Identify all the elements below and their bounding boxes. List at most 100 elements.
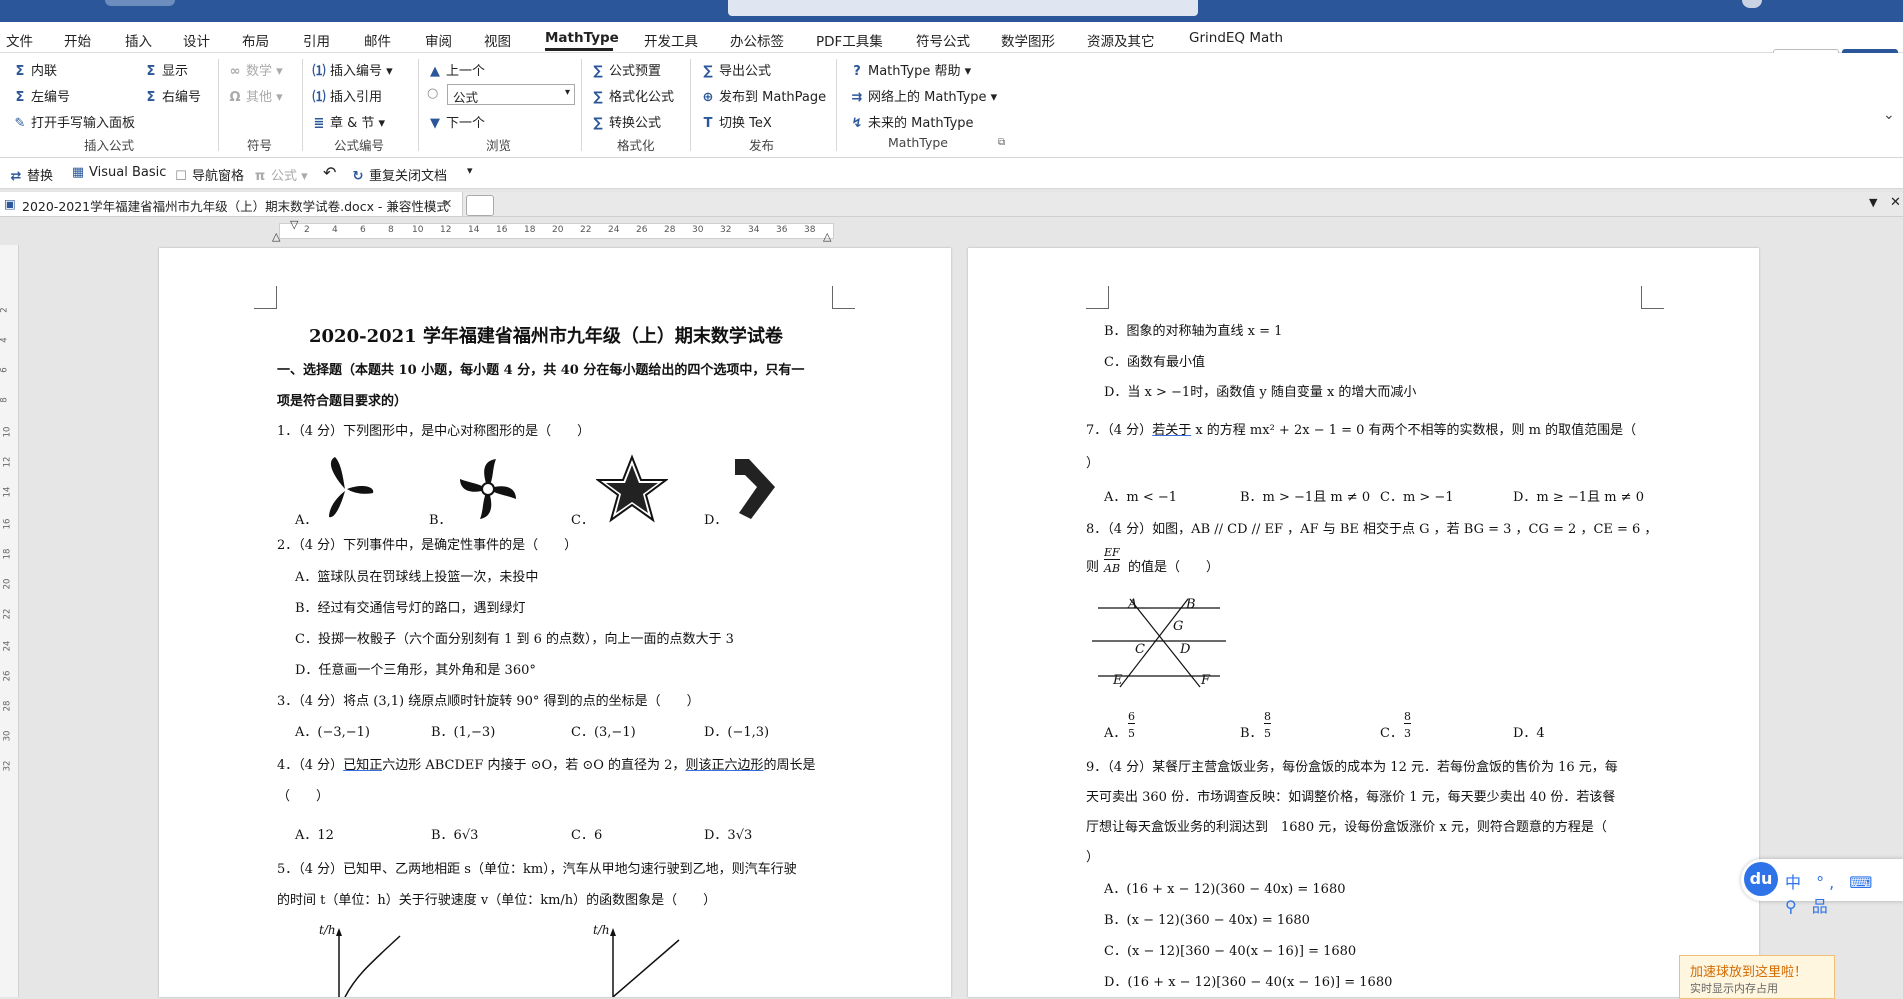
formula-preset-button[interactable]: ∑ 公式预置: [590, 60, 661, 79]
reopen-closed-button[interactable]: ↻ 重复关闭文档: [350, 165, 447, 184]
customize-toolbar-icon[interactable]: ▾: [467, 164, 473, 177]
q8-option-d: D．4: [1513, 726, 1545, 741]
infinity-icon: ∞: [229, 64, 241, 79]
title-bar: [0, 0, 1903, 22]
handwrite-panel-button[interactable]: ✎ 打开手写输入面板: [12, 112, 135, 131]
convert-formula-button[interactable]: ∑ 转换公式: [590, 112, 661, 131]
insert-number-button[interactable]: ⑴ 插入编号 ▾: [311, 60, 392, 79]
insert-reference-button[interactable]: ⑴ 插入引用: [311, 86, 382, 105]
mathtype-help-button[interactable]: ? MathType 帮助 ▾: [849, 60, 971, 79]
q1-option-b: B．: [429, 513, 452, 528]
chapter-section-button[interactable]: ≣ 章 & 节 ▾: [311, 112, 386, 131]
ribbon: Σ 内联 Σ 显示 Σ 左编号 Σ 右编号 ✎ 打开手写输入面板 插入公式 ∞ 数学 ▾ Ω…: [0, 53, 1903, 158]
sigma-icon: Σ: [146, 90, 156, 105]
next-button[interactable]: ▼ 下一个: [427, 112, 485, 131]
accelerator-toast[interactable]: 加速球放到这里啦！ 实时显示内存占用: [1679, 955, 1835, 999]
autosave-toggle[interactable]: [105, 0, 175, 6]
menu-math-graphics[interactable]: 数学图形: [1001, 30, 1055, 50]
q6-option-b: B．图象的对称轴为直线 x = 1: [1104, 324, 1283, 339]
online-mathtype-button[interactable]: ⇉ 网络上的 MathType ▾: [849, 86, 998, 105]
previous-button[interactable]: ▲ 上一个: [427, 60, 485, 79]
q6-option-d: D．当 x > −1时，函数值 y 随自变量 x 的增大而减小: [1104, 385, 1417, 400]
navigation-pane-checkbox[interactable]: ☐ 导航窗格: [173, 165, 244, 184]
baidu-ime-logo-icon[interactable]: du: [1744, 862, 1778, 896]
close-window-icon[interactable]: ✕: [1890, 195, 1901, 210]
sigma-icon: Σ: [15, 90, 25, 105]
visual-basic-button[interactable]: ▦ Visual Basic: [70, 165, 167, 180]
q2-option-a: A．篮球队员在罚球线上投篮一次，未投中: [295, 570, 539, 585]
menu-insert[interactable]: 插入: [125, 30, 152, 50]
browse-radio-icon: ○: [427, 86, 439, 101]
fig-label-d: D: [1180, 642, 1191, 657]
close-tab-icon[interactable]: ✕: [442, 196, 452, 211]
question-4: 4．（4 分）已知正六边形 ABCDEF 内接于 ⊙O，若 ⊙O 的直径为 2，…: [277, 758, 816, 773]
star-figure: [596, 454, 668, 523]
horizontal-ruler: 2 4 6 8 10 12 14 16 18 20 22 24 26 28 30…: [0, 217, 1903, 245]
collapse-ribbon-icon[interactable]: ⌄: [1883, 107, 1895, 123]
menu-design[interactable]: 设计: [183, 30, 210, 50]
word-doc-icon: ▣: [4, 196, 16, 211]
right-number-button[interactable]: Σ 右编号: [143, 86, 201, 105]
ruler-tick: 8: [388, 225, 394, 235]
math-symbols-button[interactable]: ∞ 数学 ▾: [227, 60, 283, 79]
q1-option-c: C．: [571, 513, 594, 528]
menu-file[interactable]: 文件: [6, 30, 33, 50]
document-tab[interactable]: ▣ 2020-2021学年福建省福州市九年级（上）期末数学试卷.docx - 兼…: [0, 192, 463, 216]
menu-grindeq[interactable]: GrindEQ Math: [1189, 30, 1283, 46]
ime-toolbar[interactable]: du 中 °, ⌨ ⚲ 品: [1741, 859, 1903, 916]
checkbox-icon: ☐: [175, 169, 187, 184]
q4-option-c: C．6: [571, 828, 603, 843]
quick-access-toolbar: ⇄ 替换 ▦ Visual Basic ☐ 导航窗格 π 公式 ▾ ↶ ↻ 重复关闭文档 …: [0, 158, 1903, 189]
menu-resources[interactable]: 资源及其它: [1087, 30, 1155, 50]
export-formula-button[interactable]: ∑ 导出公式: [700, 60, 771, 79]
tab-list-icon[interactable]: ▼: [1869, 196, 1877, 209]
toggle-tex-button[interactable]: T 切换 TeX: [700, 112, 772, 131]
q7-option-a: A．m < −1: [1104, 490, 1178, 505]
format-formula-button[interactable]: ∑ 格式化公式: [590, 86, 674, 105]
group-label-numbering: 公式编号: [334, 138, 385, 153]
browse-type-select[interactable]: 公式 ▾: [447, 84, 575, 105]
avatar[interactable]: [1742, 0, 1762, 8]
formula-button[interactable]: π 公式 ▾: [252, 165, 308, 184]
menu-developer[interactable]: 开发工具: [644, 30, 698, 50]
menu-pdf-tools[interactable]: PDF工具集: [816, 30, 883, 50]
menu-office-tab[interactable]: 办公标签: [730, 30, 784, 50]
new-tab-button[interactable]: [466, 195, 494, 216]
document-page-1: 2020-2021 学年福建省福州市九年级（上）期末数学试卷 一、选择题（本题共…: [159, 248, 951, 997]
menu-mailings[interactable]: 邮件: [364, 30, 391, 50]
vruler-tick: 4: [0, 337, 10, 343]
q1-option-d: D．: [704, 513, 728, 528]
right-indent-marker[interactable]: △: [823, 230, 831, 243]
divider: [302, 59, 303, 151]
menu-symbol-formula[interactable]: 符号公式: [916, 30, 970, 50]
q3-option-a: A．(−3,−1): [295, 725, 370, 740]
q4-option-d: D．3√3: [704, 828, 753, 843]
future-mathtype-button[interactable]: ↯ 未来的 MathType: [849, 112, 974, 131]
menu-review[interactable]: 审阅: [425, 30, 452, 50]
search-box[interactable]: [728, 0, 1198, 16]
menu-mathtype[interactable]: MathType: [545, 30, 619, 46]
ruler-tick: 38: [804, 225, 816, 235]
first-line-indent-marker[interactable]: ▽: [290, 218, 298, 231]
ruler-tick: 22: [580, 225, 592, 235]
replace-icon: ⇄: [10, 169, 22, 184]
question-9-cont-2: 厅想让每天盒饭业务的利润达到 1680 元，设每份盒饭涨价 x 元，则符合题意的…: [1086, 820, 1607, 835]
ime-tools[interactable]: 中 °, ⌨ ⚲ 品: [1785, 869, 1903, 917]
left-indent-marker[interactable]: △: [272, 230, 280, 243]
display-button[interactable]: Σ 显示: [143, 60, 188, 79]
undo-icon[interactable]: ↶: [323, 163, 336, 182]
menu-view[interactable]: 视图: [484, 30, 511, 50]
margin-corner-marker: [254, 286, 277, 309]
dialog-launcher-icon[interactable]: ⧉: [998, 137, 1005, 148]
other-symbols-button[interactable]: Ω 其他 ▾: [227, 86, 282, 105]
publish-mathpage-button[interactable]: ⊕ 发布到 MathPage: [700, 86, 827, 105]
left-number-button[interactable]: Σ 左编号: [12, 86, 70, 105]
replace-button[interactable]: ⇄ 替换: [8, 165, 53, 184]
vruler-tick: 32: [2, 760, 13, 772]
menu-references[interactable]: 引用: [303, 30, 330, 50]
menu-layout[interactable]: 布局: [242, 30, 269, 50]
convert-icon: ∑: [593, 116, 603, 131]
menu-home[interactable]: 开始: [64, 30, 91, 50]
document-tab-strip: ▣ 2020-2021学年福建省福州市九年级（上）期末数学试卷.docx - 兼…: [0, 192, 1903, 217]
inline-button[interactable]: Σ 内联: [12, 60, 57, 79]
